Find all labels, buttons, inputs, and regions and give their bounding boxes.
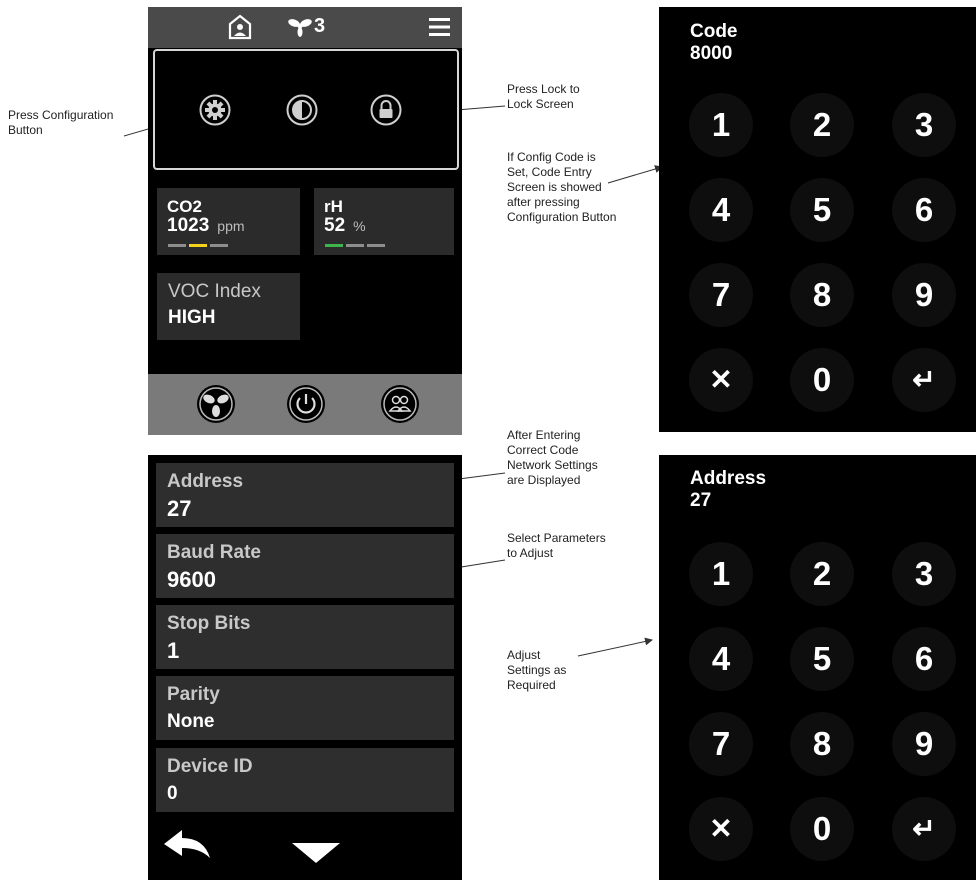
occupancy-icon[interactable]	[228, 14, 252, 40]
bottom-bar	[148, 374, 462, 435]
baud-rate-label: Baud Rate	[167, 542, 261, 563]
code-key-4[interactable]: 4	[689, 178, 753, 242]
rh-bar-1	[325, 244, 343, 247]
rh-bar-2	[346, 244, 364, 247]
address-key-0[interactable]: 0	[790, 797, 854, 861]
baud-rate-setting[interactable]: Baud Rate 9600	[156, 534, 454, 598]
co2-tile[interactable]: CO2 1023 ppm	[157, 188, 300, 255]
code-entry-screen: Code 8000 1 2 3 4 5 6 7 8 9 ✕ 0 ↵	[659, 7, 976, 432]
co2-unit: ppm	[217, 218, 245, 234]
menu-icon[interactable]	[429, 18, 450, 36]
annotation-press-config: Press Configuration Button	[8, 108, 114, 137]
scroll-down-icon[interactable]	[292, 843, 340, 863]
co2-bar-3	[210, 244, 228, 247]
lock-button[interactable]	[370, 94, 402, 126]
stop-bits-label: Stop Bits	[167, 613, 251, 634]
device-id-setting[interactable]: Device ID 0	[156, 748, 454, 812]
address-key-8[interactable]: 8	[790, 712, 854, 776]
code-title: Code	[690, 21, 738, 42]
config-panel	[153, 49, 459, 170]
code-key-enter[interactable]: ↵	[892, 348, 956, 412]
stop-bits-value: 1	[167, 638, 180, 663]
code-key-6[interactable]: 6	[892, 178, 956, 242]
power-button[interactable]	[286, 384, 326, 424]
code-key-clear[interactable]: ✕	[689, 348, 753, 412]
address-key-2[interactable]: 2	[790, 542, 854, 606]
rh-value: 52	[324, 215, 346, 236]
co2-value-row: 1023 ppm	[167, 215, 245, 237]
address-entry-screen: Address 27 1 2 3 4 5 6 7 8 9 ✕ 0 ↵	[659, 455, 976, 880]
address-title: Address	[690, 468, 767, 489]
address-key-enter[interactable]: ↵	[892, 797, 956, 861]
annotation-after-code: After Entering Correct Code Network Sett…	[507, 428, 598, 487]
address-value: 27	[167, 496, 192, 521]
address-key-clear[interactable]: ✕	[689, 797, 753, 861]
code-key-7[interactable]: 7	[689, 263, 753, 327]
device-id-value: 0	[167, 783, 178, 804]
parity-label: Parity	[167, 684, 220, 705]
address-key-5[interactable]: 5	[790, 627, 854, 691]
code-key-9[interactable]: 9	[892, 263, 956, 327]
address-label: Address	[167, 471, 244, 492]
baud-rate-value: 9600	[167, 567, 216, 592]
main-screen: 3 CO2 1023 ppm rH 52 % VOC Index HIGH	[148, 7, 462, 435]
rh-unit: %	[353, 218, 366, 234]
occupancy-mode-button[interactable]	[380, 384, 420, 424]
configuration-button[interactable]	[199, 94, 231, 126]
voc-value: HIGH	[168, 307, 216, 328]
fan-icon	[288, 19, 312, 37]
top-bar: 3	[148, 7, 462, 48]
code-key-3[interactable]: 3	[892, 93, 956, 157]
code-key-1[interactable]: 1	[689, 93, 753, 157]
address-key-7[interactable]: 7	[689, 712, 753, 776]
parity-setting[interactable]: Parity None	[156, 676, 454, 740]
stop-bits-setting[interactable]: Stop Bits 1	[156, 605, 454, 669]
rh-label: rH	[324, 197, 343, 216]
address-key-4[interactable]: 4	[689, 627, 753, 691]
annotation-adjust: Adjust Settings as Required	[507, 648, 567, 692]
address-key-1[interactable]: 1	[689, 542, 753, 606]
address-key-6[interactable]: 6	[892, 627, 956, 691]
co2-value: 1023	[167, 215, 210, 236]
fan-button[interactable]	[196, 384, 236, 424]
annotation-config-code: If Config Code is Set, Code Entry Screen…	[507, 150, 617, 224]
address-setting[interactable]: Address 27	[156, 463, 454, 527]
rh-level-bars	[325, 244, 388, 247]
address-entry-value: 27	[690, 490, 712, 511]
voc-label: VOC Index	[168, 281, 261, 302]
co2-level-bars	[168, 244, 231, 247]
back-arrow-icon[interactable]	[162, 828, 212, 860]
co2-label: CO2	[167, 197, 202, 216]
code-key-0[interactable]: 0	[790, 348, 854, 412]
code-value: 8000	[690, 43, 733, 64]
parity-value: None	[167, 711, 215, 732]
co2-bar-2	[189, 244, 207, 247]
co2-bar-1	[168, 244, 186, 247]
rh-tile[interactable]: rH 52%	[314, 188, 454, 255]
voc-tile[interactable]: VOC Index HIGH	[157, 273, 300, 340]
contrast-button[interactable]	[286, 94, 318, 126]
address-key-9[interactable]: 9	[892, 712, 956, 776]
address-key-3[interactable]: 3	[892, 542, 956, 606]
annotation-select-params: Select Parameters to Adjust	[507, 531, 606, 560]
code-key-5[interactable]: 5	[790, 178, 854, 242]
arrow-adjust	[577, 637, 653, 657]
annotation-press-lock: Press Lock to Lock Screen	[507, 82, 580, 111]
rh-value-row: 52%	[324, 215, 366, 237]
network-settings-screen: Address 27 Baud Rate 9600 Stop Bits 1 Pa…	[148, 455, 462, 880]
device-id-label: Device ID	[167, 756, 253, 777]
code-key-8[interactable]: 8	[790, 263, 854, 327]
fan-speed-level: 3	[314, 15, 326, 37]
code-key-2[interactable]: 2	[790, 93, 854, 157]
rh-bar-3	[367, 244, 385, 247]
